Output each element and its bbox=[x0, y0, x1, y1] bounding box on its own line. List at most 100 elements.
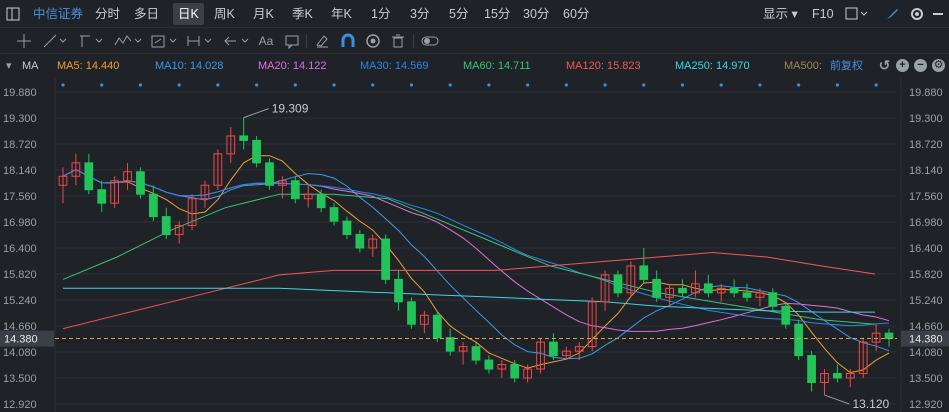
crosshair-icon[interactable] bbox=[13, 32, 35, 50]
candle-body bbox=[148, 193, 158, 218]
ma-value-label: MA20: 14.122 bbox=[258, 60, 327, 72]
event-dot bbox=[526, 83, 530, 87]
candle-body bbox=[239, 135, 249, 141]
event-dot bbox=[797, 83, 801, 87]
ma-line bbox=[62, 193, 876, 325]
event-dot bbox=[448, 83, 452, 87]
y-tick-label-right: 13.500 bbox=[909, 373, 943, 385]
period-tab[interactable]: 多日 bbox=[134, 0, 159, 28]
period-tab[interactable]: 月K bbox=[253, 0, 274, 28]
event-dot bbox=[680, 83, 685, 87]
stock-name[interactable]: 中信证券 bbox=[33, 0, 83, 28]
y-tick-label-left: 19.300 bbox=[3, 113, 37, 125]
candle-body bbox=[265, 162, 274, 186]
arrow-left-icon[interactable] bbox=[222, 32, 252, 50]
ma-value-label: MA30: 14.569 bbox=[360, 60, 429, 72]
y-tick-label-right: 17.560 bbox=[909, 191, 943, 203]
event-dot bbox=[177, 83, 181, 87]
candlestick-chart[interactable]: 19.880 19.880 19.300 19.300 18.720 18.720 18.1… bbox=[0, 78, 949, 412]
minimize-icon[interactable] bbox=[932, 0, 944, 28]
toggle-icon[interactable] bbox=[420, 32, 440, 50]
undo-icon[interactable]: ↺ bbox=[878, 58, 891, 72]
candle-body bbox=[471, 346, 481, 361]
candle-body bbox=[678, 287, 687, 294]
candle-body bbox=[355, 234, 365, 249]
chart-box-icon[interactable] bbox=[845, 0, 869, 28]
eraser-icon[interactable] bbox=[313, 32, 331, 50]
event-dot bbox=[564, 83, 568, 87]
display-menu[interactable]: 显示 ▾ bbox=[763, 0, 798, 28]
candle-body bbox=[652, 278, 662, 298]
candle-body bbox=[252, 139, 261, 164]
candle-body bbox=[639, 265, 649, 280]
period-tab[interactable]: 日K bbox=[173, 3, 204, 25]
period-tab[interactable]: 1分 bbox=[371, 0, 390, 28]
magnet-icon[interactable] bbox=[339, 32, 357, 50]
candle-body bbox=[807, 355, 816, 383]
candle-body bbox=[161, 216, 171, 236]
ma-collapse-icon[interactable]: ▾ bbox=[6, 54, 12, 78]
channel-tool-icon[interactable] bbox=[78, 32, 104, 50]
period-tab[interactable]: 年K bbox=[331, 0, 352, 28]
current-price-label-right: 14.380 bbox=[909, 334, 943, 346]
y-tick-label-right: 15.240 bbox=[909, 295, 943, 307]
wave-tool-icon[interactable] bbox=[113, 32, 143, 50]
period-tab[interactable]: 3分 bbox=[410, 0, 429, 28]
text-tool-icon[interactable]: Aa bbox=[256, 32, 276, 50]
add-icon[interactable]: + bbox=[896, 59, 909, 72]
ma-indicator-name[interactable]: MA bbox=[22, 54, 39, 78]
y-tick-label-left: 14.080 bbox=[3, 347, 37, 359]
period-tab[interactable]: 30分 bbox=[523, 0, 549, 28]
period-tab[interactable]: 15分 bbox=[484, 0, 510, 28]
period-tab[interactable]: 周K bbox=[214, 0, 235, 28]
f10-button[interactable]: F10 bbox=[812, 0, 834, 28]
line-tool-icon[interactable] bbox=[42, 32, 68, 50]
candle-body bbox=[445, 337, 455, 352]
range-tool-icon[interactable] bbox=[185, 32, 215, 50]
adjust-mode-label[interactable]: 前复权 bbox=[830, 54, 863, 78]
candle-body bbox=[703, 283, 713, 294]
event-dot bbox=[138, 83, 143, 87]
measure-tool-icon[interactable] bbox=[150, 32, 180, 50]
y-tick-label-left: 16.400 bbox=[3, 243, 37, 255]
trash-icon[interactable] bbox=[389, 32, 407, 50]
ma-value-label: MA120: 15.823 bbox=[566, 60, 641, 72]
remove-icon[interactable]: − bbox=[914, 59, 927, 72]
drawing-toolbar: Aa bbox=[0, 28, 949, 54]
ma-value-label: MA500: bbox=[784, 60, 822, 72]
period-tab[interactable]: 60分 bbox=[563, 0, 589, 28]
event-dot bbox=[216, 83, 220, 87]
y-tick-label-right: 16.980 bbox=[909, 217, 943, 229]
candle-body bbox=[432, 314, 442, 339]
eye-icon[interactable] bbox=[364, 32, 382, 50]
y-tick-label-left: 16.980 bbox=[3, 217, 37, 229]
comment-icon[interactable] bbox=[283, 32, 301, 50]
ma-value-label: MA10: 14.028 bbox=[155, 60, 224, 72]
y-tick-label-right: 19.300 bbox=[909, 113, 943, 125]
ma-indicator-bar: ▾ MA MA5: 14.440 MA10: 14.028 MA20: 14.122… bbox=[0, 54, 949, 78]
min-annotation-line bbox=[824, 394, 850, 405]
event-dot bbox=[371, 83, 375, 87]
settings-small-icon[interactable]: ⚙ bbox=[932, 59, 945, 72]
period-tab[interactable]: 季K bbox=[292, 0, 313, 28]
period-tab[interactable]: 5分 bbox=[449, 0, 468, 28]
event-dot bbox=[642, 83, 646, 87]
y-tick-label-left: 17.560 bbox=[3, 191, 37, 203]
settings-icon[interactable] bbox=[910, 0, 924, 28]
layout-toggle-icon[interactable] bbox=[6, 0, 20, 28]
candle-body bbox=[729, 287, 739, 294]
y-tick-label-right: 15.820 bbox=[909, 269, 943, 281]
y-tick-label-left: 18.720 bbox=[3, 139, 37, 151]
brush-icon[interactable] bbox=[885, 0, 899, 28]
y-tick-label-left: 18.140 bbox=[3, 165, 37, 177]
candle-body bbox=[484, 359, 494, 370]
event-dot bbox=[254, 83, 259, 87]
event-dot bbox=[61, 83, 65, 87]
event-dot bbox=[719, 83, 723, 87]
max-price-label: 19.309 bbox=[272, 102, 309, 116]
event-dot bbox=[835, 83, 839, 87]
ma-value-label: MA60: 14.711 bbox=[463, 60, 531, 72]
event-dot bbox=[293, 83, 297, 87]
candle-body bbox=[781, 305, 791, 325]
period-tab[interactable]: 分时 bbox=[95, 0, 120, 28]
